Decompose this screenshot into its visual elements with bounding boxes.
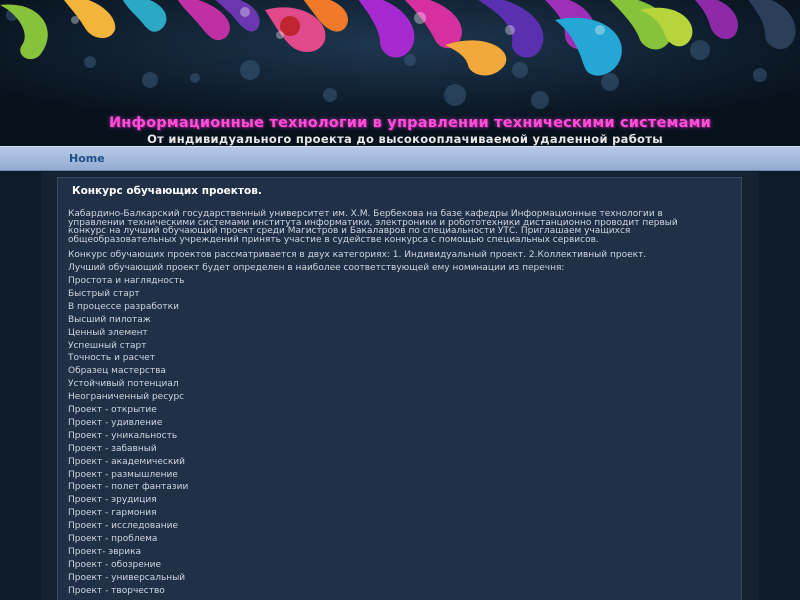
- site-title: Информационные технологии в управлении т…: [108, 115, 712, 131]
- nomination-item: Образец мастерства: [68, 366, 166, 377]
- nomination-item: Точность и расчет: [68, 353, 156, 364]
- nav-bar: Home: [0, 146, 800, 171]
- nomination-item: Проект - проблема: [68, 534, 158, 544]
- nomination-item: Простота и наглядность: [68, 276, 185, 286]
- nomination-item: Ценный элемент: [68, 327, 148, 338]
- nomination-item: Устойчивый потенциал: [68, 379, 179, 390]
- post-title: Конкурс обучающих проектов.: [72, 185, 262, 197]
- site-header: Информационные технологии в управлении т…: [0, 0, 800, 146]
- nomination-item: Проект- эврика: [68, 546, 142, 557]
- nomination-item: Высший пилотаж: [68, 314, 151, 325]
- post-intro: Кабардино-Балкарский государственный уни…: [68, 209, 678, 245]
- nomination-item: Проект - исследование: [68, 521, 179, 532]
- nomination-item: Проект - эрудиция: [68, 495, 157, 506]
- nomination-item: Неограниченный ресурс: [68, 392, 185, 403]
- nomination-item: Проект - универсальный: [68, 572, 186, 583]
- nomination-item: Проект - забавный: [68, 443, 157, 454]
- nomination-item: Проект - творчество: [68, 585, 165, 596]
- nomination-item: Проект - уникальность: [68, 430, 178, 441]
- nomination-item: Проект - полет фантазии: [68, 482, 189, 493]
- post-content: Конкурс обучающих проектов. Кабардино-Ба…: [57, 177, 742, 600]
- nomination-item: Проект - гармония: [68, 508, 157, 519]
- nominations-intro: Лучший обучающий проект будет определен …: [68, 263, 565, 273]
- nomination-item: Проект - обозрение: [68, 559, 162, 570]
- nomination-item: Быстрый старт: [68, 288, 140, 299]
- site-subtitle: От индивидуального проекта до высокоопла…: [147, 132, 663, 146]
- nomination-item: В процессе разработки: [68, 301, 179, 312]
- nav-home-link[interactable]: Home: [69, 152, 105, 165]
- nomination-item: Проект - размышление: [68, 469, 178, 480]
- post-categories: Конкурс обучающих проектов рассматривает…: [68, 250, 647, 260]
- nomination-item: Проект - удивление: [68, 417, 163, 428]
- nomination-item: Успешный старт: [68, 340, 147, 351]
- nomination-item: Проект - открытие: [68, 405, 157, 415]
- nomination-item: Проект - академический: [68, 456, 185, 467]
